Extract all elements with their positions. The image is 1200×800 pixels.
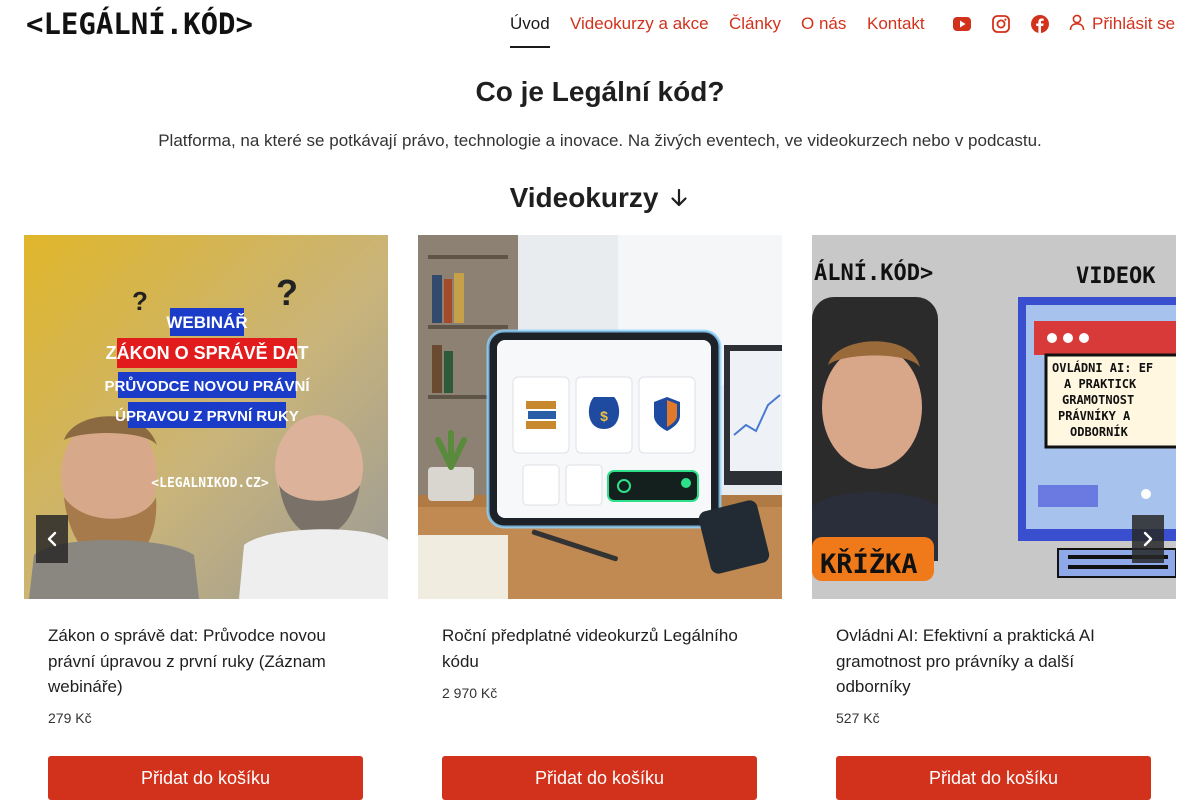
nav-item-o-nas[interactable]: O nás	[801, 0, 846, 48]
arrow-down-icon	[671, 188, 688, 207]
nav-item-kontakt[interactable]: Kontakt	[867, 0, 925, 48]
videokurzy-heading-label: Videokurzy	[509, 182, 659, 213]
image-name-tag: KŘÍŽKA	[820, 548, 918, 580]
image-line3: ÚPRAVOU Z PRVNÍ RUKY	[115, 407, 299, 425]
svg-text:PRÁVNÍKY A: PRÁVNÍKY A	[1058, 408, 1131, 423]
svg-text:?: ?	[276, 272, 298, 313]
image-line2: PRŮVODCE NOVOU PRÁVNÍ	[104, 376, 310, 395]
image-logo: ÁLNÍ.KÓD>	[814, 260, 933, 286]
facebook-icon[interactable]	[1029, 13, 1051, 35]
svg-text:GRAMOTNOST: GRAMOTNOST	[1062, 393, 1134, 407]
carousel-next-button[interactable]	[1132, 515, 1164, 563]
user-icon	[1068, 13, 1086, 36]
svg-text:$: $	[600, 408, 608, 424]
image-badge: WEBINÁŘ	[166, 313, 247, 332]
site-header: <LEGÁLNÍ.KÓD> Úvod Videokurzy a akce Člá…	[0, 0, 1200, 48]
svg-text:ODBORNÍK: ODBORNÍK	[1070, 424, 1129, 439]
product-price: 2 970 Kč	[442, 685, 498, 701]
nav-item-uvod[interactable]: Úvod	[510, 0, 550, 48]
product-price: 279 Kč	[48, 710, 92, 726]
page-title: Co je Legální kód?	[475, 76, 725, 107]
product-price: 527 Kč	[836, 710, 880, 726]
login-label: Přihlásit se	[1092, 14, 1176, 33]
svg-text:OVLÁDNI AI: EF: OVLÁDNI AI: EF	[1052, 360, 1153, 375]
videokurzy-heading: Videokurzy	[0, 182, 1200, 214]
instagram-icon[interactable]	[990, 13, 1012, 35]
svg-text:?: ?	[132, 286, 148, 316]
product-card: ÁLNÍ.KÓD> VIDEOK KŘÍŽKA OVLÁDNI AI: EF A…	[812, 235, 1176, 800]
product-image-subscription[interactable]: $	[418, 235, 782, 599]
product-name[interactable]: Roční předplatné videokurzů Legálního kó…	[442, 623, 758, 674]
nav-item-videokurzy[interactable]: Videokurzy a akce	[570, 0, 709, 48]
image-line1: ZÁKON O SPRÁVĚ DAT	[106, 342, 309, 363]
carousel-prev-button[interactable]	[36, 515, 68, 563]
nav-item-clanky[interactable]: Články	[729, 0, 781, 48]
login-link[interactable]: Přihlásit se	[1068, 0, 1175, 48]
product-name[interactable]: Zákon o správě dat: Průvodce novou právn…	[48, 623, 364, 700]
product-card: ? ? WEBINÁŘ ZÁKON O SPRÁVĚ DAT PRŮVODCE …	[24, 235, 388, 800]
svg-text:A PRAKTICK: A PRAKTICK	[1064, 377, 1137, 391]
chevron-right-icon	[1143, 531, 1153, 547]
product-image-webinar[interactable]: ? ? WEBINÁŘ ZÁKON O SPRÁVĚ DAT PRŮVODCE …	[24, 235, 388, 599]
add-to-cart-button[interactable]: Přidat do košíku	[836, 756, 1151, 800]
product-image-ai-course[interactable]: ÁLNÍ.KÓD> VIDEOK KŘÍŽKA OVLÁDNI AI: EF A…	[812, 235, 1176, 599]
add-to-cart-button[interactable]: Přidat do košíku	[48, 756, 363, 800]
add-to-cart-button[interactable]: Přidat do košíku	[442, 756, 757, 800]
page-subtitle: Platforma, na které se potkávají právo, …	[158, 131, 1042, 150]
image-site: <LEGALNIKOD.CZ>	[151, 476, 269, 491]
product-name[interactable]: Ovládni AI: Efektivní a praktická AI gra…	[836, 623, 1152, 700]
youtube-icon[interactable]	[951, 13, 973, 35]
chevron-left-icon	[47, 531, 57, 547]
image-tag: VIDEOK	[1076, 264, 1156, 289]
product-card: $ Roční předplatné videokurzů Legálního …	[418, 235, 782, 800]
site-logo[interactable]: <LEGÁLNÍ.KÓD>	[26, 7, 253, 41]
